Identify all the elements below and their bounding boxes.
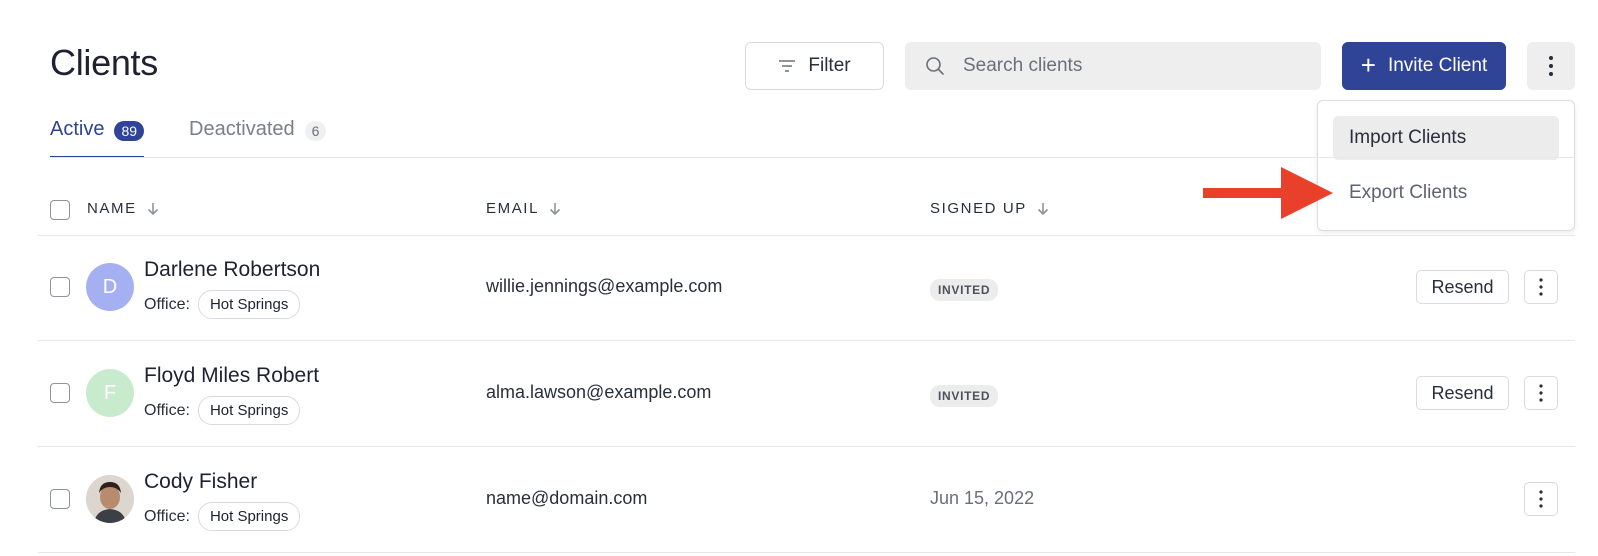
client-email: alma.lawson@example.com xyxy=(486,382,712,402)
tab-deactivated[interactable]: Deactivated 6 xyxy=(189,118,327,158)
office-tag: Hot Springs xyxy=(197,502,301,531)
annotation-arrow xyxy=(1203,167,1333,219)
row-checkbox[interactable] xyxy=(50,277,70,297)
client-office: Office: Hot Springs xyxy=(144,290,301,319)
sort-down-icon xyxy=(1037,202,1048,215)
resend-button[interactable]: Resend xyxy=(1416,376,1509,410)
avatar: F xyxy=(86,369,134,417)
office-tag: Hot Springs xyxy=(197,396,301,425)
office-label: Office: xyxy=(144,295,190,313)
profile-photo-icon xyxy=(86,475,134,523)
row-divider xyxy=(38,235,1575,236)
column-header-label: EMAIL xyxy=(486,200,540,217)
row-more-button[interactable] xyxy=(1524,376,1558,410)
client-email: willie.jennings@example.com xyxy=(486,276,723,296)
vertical-ellipsis-icon xyxy=(1539,490,1543,508)
office-label: Office: xyxy=(144,507,190,525)
vertical-ellipsis-icon xyxy=(1539,384,1543,402)
tab-active[interactable]: Active 89 xyxy=(50,118,145,158)
search-box[interactable] xyxy=(905,42,1321,90)
status-badge: INVITED xyxy=(930,385,999,407)
office-label: Office: xyxy=(144,401,190,419)
avatar: D xyxy=(86,263,134,311)
menu-item-export-clients[interactable]: Export Clients xyxy=(1333,171,1559,215)
client-office: Office: Hot Springs xyxy=(144,396,301,425)
row-more-button[interactable] xyxy=(1524,482,1558,516)
filter-button[interactable]: Filter xyxy=(745,42,884,90)
search-icon xyxy=(926,57,944,75)
client-name[interactable]: Darlene Robertson xyxy=(144,258,320,282)
more-options-menu: Import Clients Export Clients xyxy=(1317,100,1575,231)
column-header-label: SIGNED UP xyxy=(930,200,1027,217)
resend-button[interactable]: Resend xyxy=(1416,270,1509,304)
row-divider xyxy=(38,446,1575,447)
signed-up-date: Jun 15, 2022 xyxy=(930,488,1035,508)
tab-bar: Active 89 Deactivated 6 xyxy=(50,118,327,158)
client-name[interactable]: Floyd Miles Robert xyxy=(144,364,319,388)
select-all-checkbox[interactable] xyxy=(50,200,70,220)
office-tag: Hot Springs xyxy=(197,290,301,319)
invite-client-label: Invite Client xyxy=(1387,55,1488,76)
plus-icon: + xyxy=(1360,49,1376,80)
page-title: Clients xyxy=(50,42,158,83)
invite-client-button[interactable]: + Invite Client xyxy=(1342,42,1506,90)
avatar xyxy=(86,475,134,523)
client-office: Office: Hot Springs xyxy=(144,502,301,531)
count-badge: 89 xyxy=(114,121,145,141)
column-header-label: NAME xyxy=(87,200,137,217)
menu-item-import-clients[interactable]: Import Clients xyxy=(1333,116,1559,160)
tab-label: Deactivated xyxy=(189,118,295,140)
row-divider xyxy=(38,552,1575,553)
filter-label: Filter xyxy=(808,55,851,76)
vertical-ellipsis-icon xyxy=(1549,56,1553,76)
sort-down-icon xyxy=(147,202,158,215)
row-divider xyxy=(38,340,1575,341)
search-input[interactable] xyxy=(963,55,1293,77)
row-checkbox[interactable] xyxy=(50,489,70,509)
count-badge: 6 xyxy=(304,121,327,141)
row-checkbox[interactable] xyxy=(50,383,70,403)
tabs-divider xyxy=(50,157,1575,158)
column-header-email[interactable]: EMAIL xyxy=(486,200,561,217)
client-name[interactable]: Cody Fisher xyxy=(144,470,257,494)
sort-down-icon xyxy=(549,202,561,215)
column-header-name[interactable]: NAME xyxy=(87,200,159,217)
vertical-ellipsis-icon xyxy=(1539,278,1543,296)
filter-icon xyxy=(779,60,796,72)
status-badge: INVITED xyxy=(930,279,999,301)
tab-label: Active xyxy=(50,118,105,140)
client-email: name@domain.com xyxy=(486,488,648,508)
row-more-button[interactable] xyxy=(1524,270,1558,304)
more-options-button[interactable] xyxy=(1527,42,1575,90)
column-header-signed-up[interactable]: SIGNED UP xyxy=(930,200,1049,217)
